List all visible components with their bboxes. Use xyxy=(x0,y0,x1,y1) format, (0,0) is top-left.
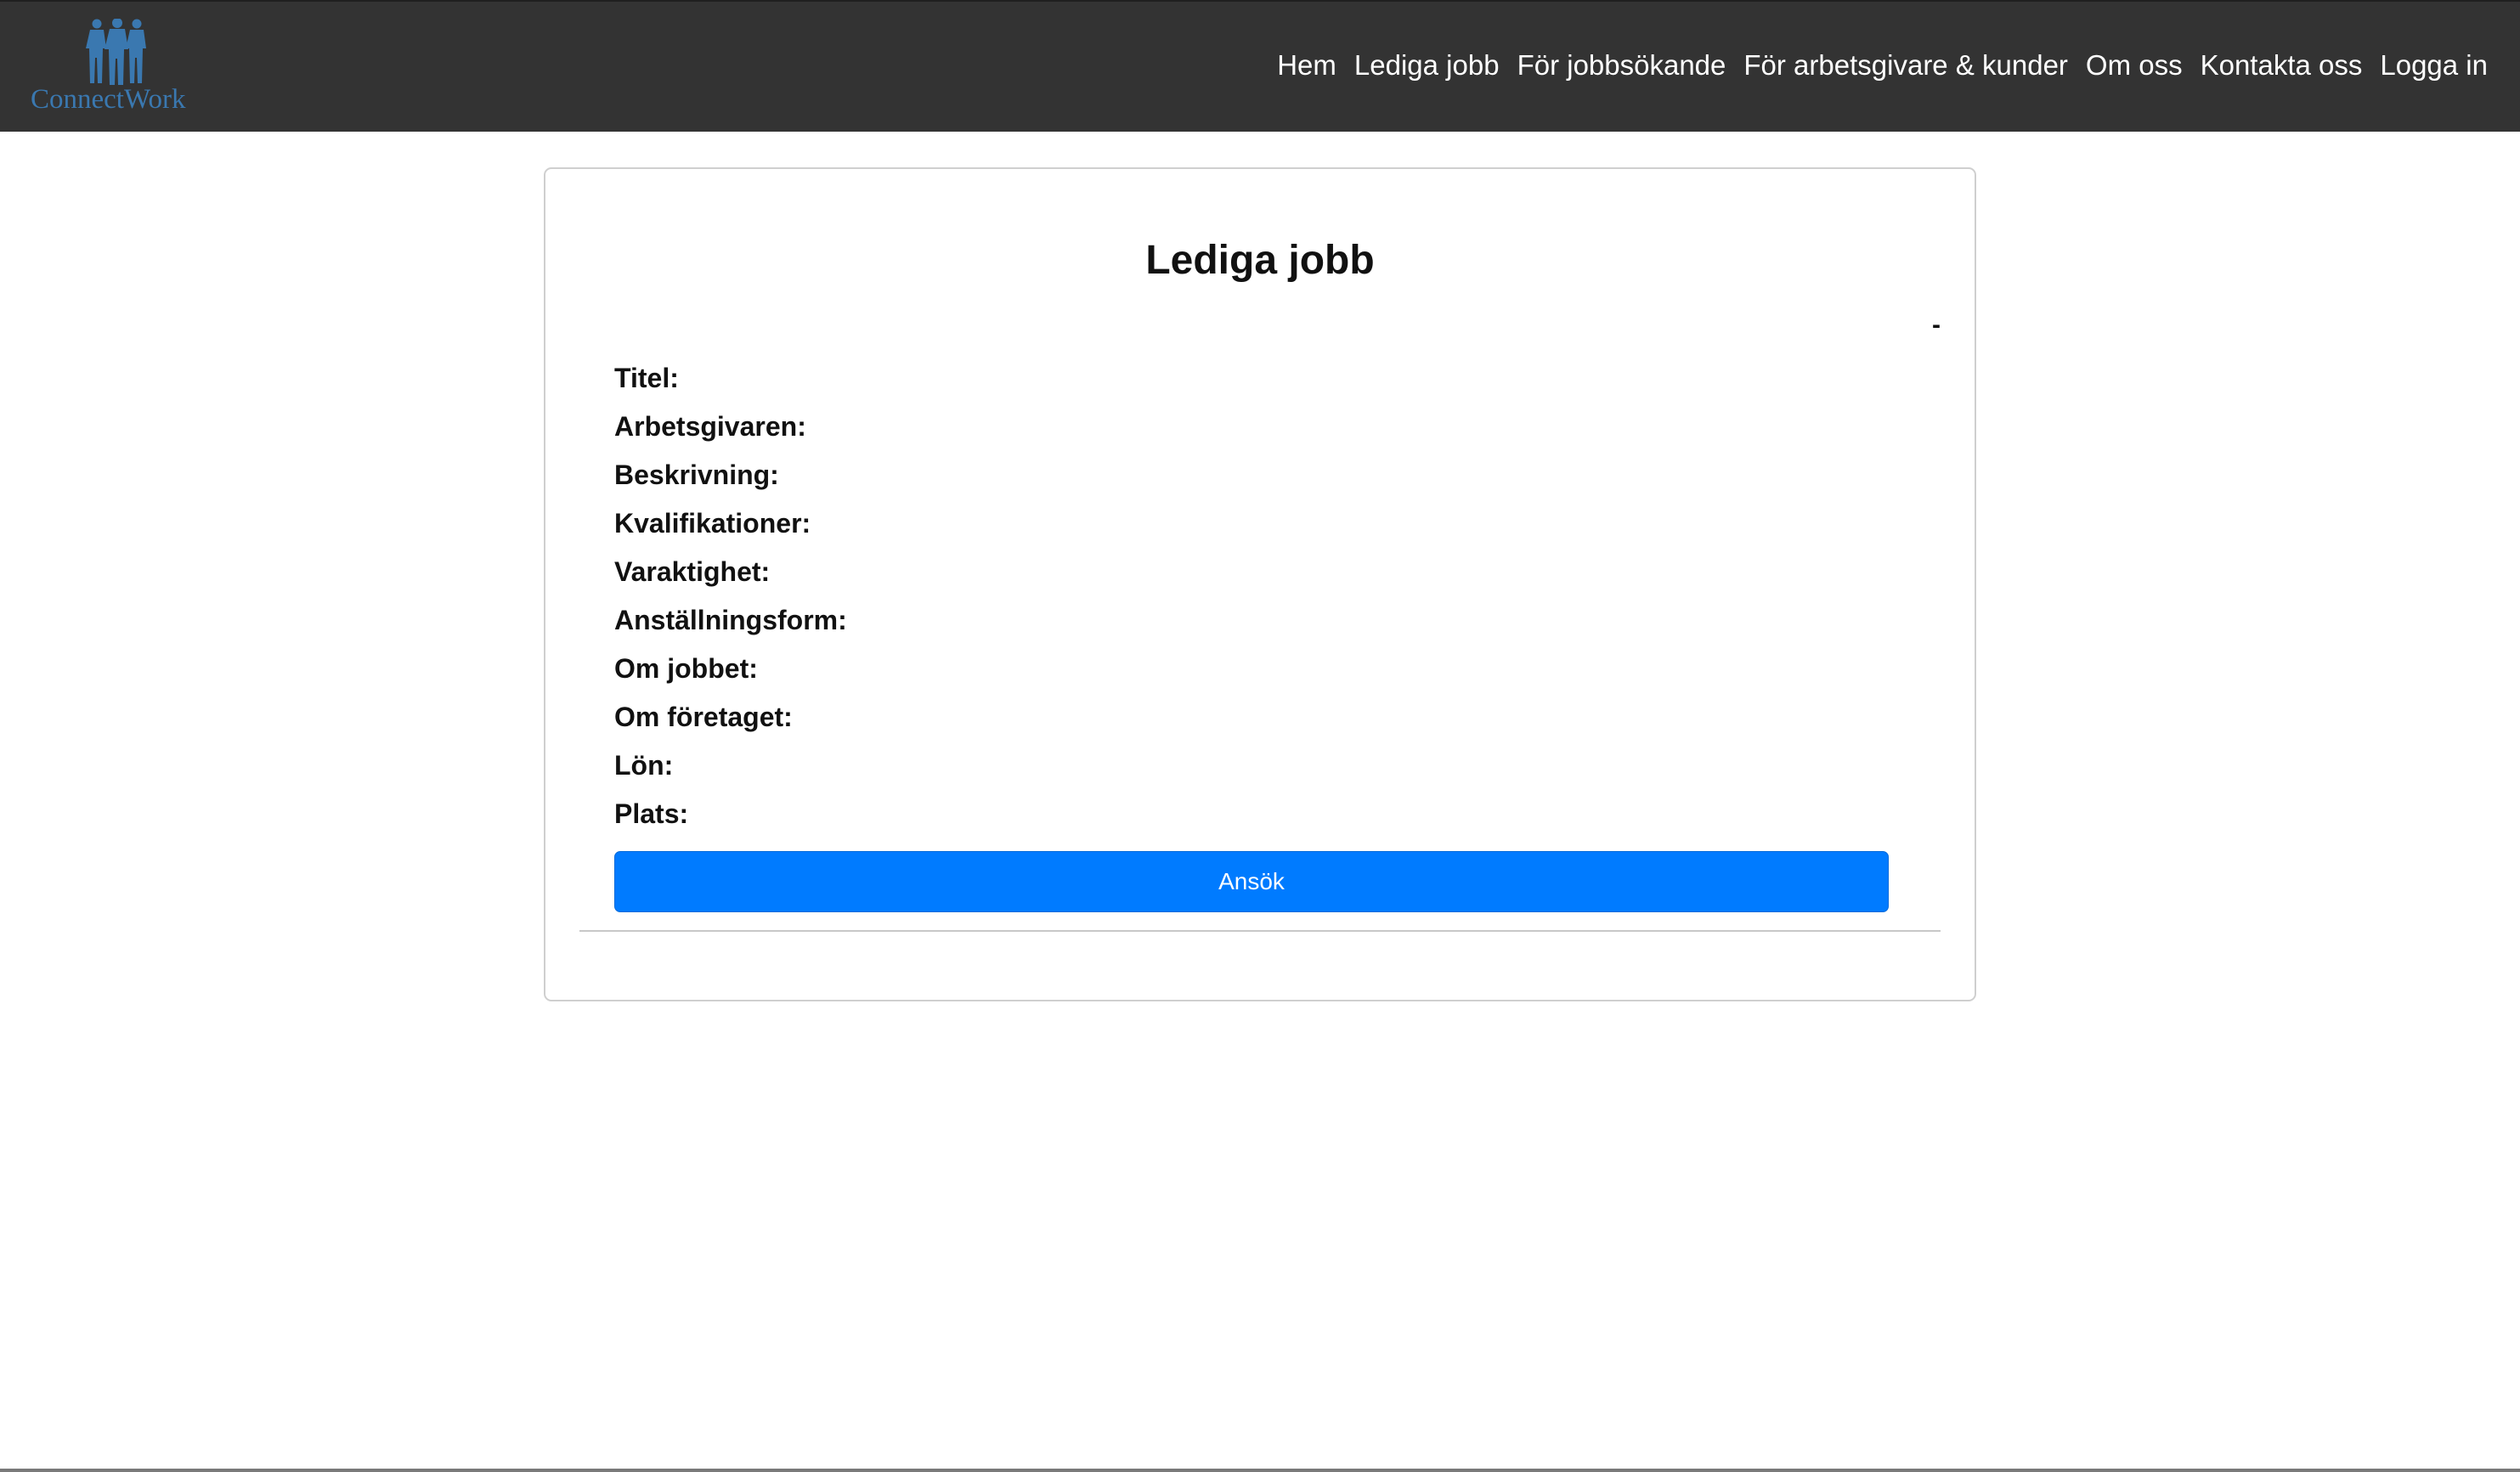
field-varaktighet: Varaktighet: xyxy=(614,556,771,587)
field-om-foretaget: Om företaget: xyxy=(614,702,793,732)
job-listing-card: Lediga jobb - Titel: Arbetsgivaren: Besk… xyxy=(544,167,1976,1001)
nav-item-hem[interactable]: Hem xyxy=(1277,49,1336,82)
nav-item-for-jobbsokande[interactable]: För jobbsökande xyxy=(1517,49,1726,82)
divider xyxy=(579,930,1941,932)
field-plats: Plats: xyxy=(614,798,689,829)
top-navbar: ConnectWork Hem Lediga jobb För jobbsöka… xyxy=(0,0,2520,132)
page-bottom-edge xyxy=(0,1469,2520,1472)
nav-item-for-arbetsgivare[interactable]: För arbetsgivare & kunder xyxy=(1743,49,2068,82)
nav-item-lediga-jobb[interactable]: Lediga jobb xyxy=(1354,49,1500,82)
field-kvalifikationer: Kvalifikationer: xyxy=(614,508,811,539)
field-arbetsgivaren: Arbetsgivaren: xyxy=(614,411,806,442)
field-beskrivning: Beskrivning: xyxy=(614,460,779,490)
nav-item-logga-in[interactable]: Logga in xyxy=(2380,49,2488,82)
field-titel: Titel: xyxy=(614,363,679,393)
field-om-jobbet: Om jobbet: xyxy=(614,653,758,684)
apply-button[interactable]: Ansök xyxy=(614,851,1889,912)
brand-logo[interactable]: ConnectWork xyxy=(31,19,209,116)
field-anstallningsform: Anställningsform: xyxy=(614,605,847,635)
people-logo-icon xyxy=(86,19,146,85)
brand-name: ConnectWork xyxy=(31,84,186,115)
field-lon: Lön: xyxy=(614,750,674,781)
page-title: Lediga jobb xyxy=(1145,238,1375,283)
main-nav: Hem Lediga jobb För jobbsökande För arbe… xyxy=(1277,49,2488,82)
job-dash-text: - xyxy=(1932,311,1941,339)
job-details: Titel: Arbetsgivaren: Beskrivning: Kvali… xyxy=(614,361,847,845)
nav-item-om-oss[interactable]: Om oss xyxy=(2086,49,2183,82)
nav-item-kontakta-oss[interactable]: Kontakta oss xyxy=(2201,49,2363,82)
